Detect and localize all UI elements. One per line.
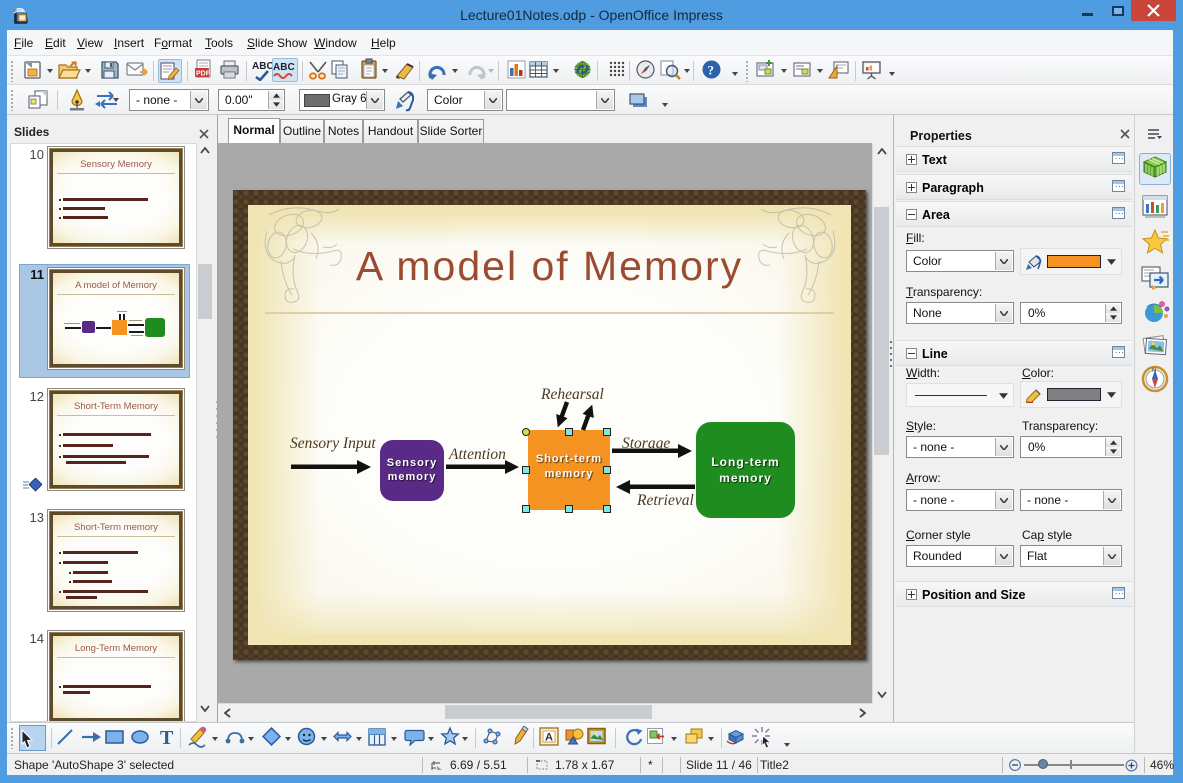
svg-text:ABC: ABC xyxy=(273,62,295,73)
svg-text:?: ? xyxy=(708,63,715,78)
svg-text:T: T xyxy=(160,727,174,748)
svg-text:PDF: PDF xyxy=(196,71,211,78)
svg-text:ABC: ABC xyxy=(252,61,274,72)
svg-text:A: A xyxy=(545,732,553,744)
svg-text:N: N xyxy=(1152,368,1156,374)
